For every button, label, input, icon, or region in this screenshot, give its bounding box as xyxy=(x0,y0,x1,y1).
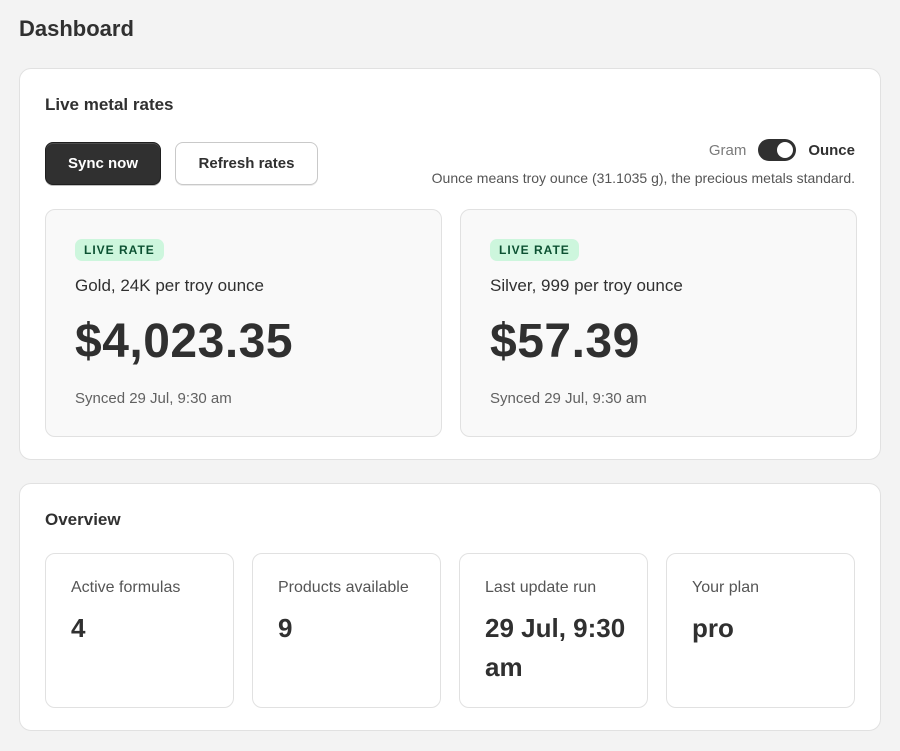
live-rates-card: Live metal rates Sync now Refresh rates … xyxy=(19,68,881,460)
gold-rate-box: LIVE RATE Gold, 24K per troy ounce $4,02… xyxy=(45,209,442,437)
unit-label-ounce[interactable]: Ounce xyxy=(808,142,855,159)
overview-card: Overview Active formulas 4 Products avai… xyxy=(19,483,881,731)
silver-rate-name: Silver, 999 per troy ounce xyxy=(490,276,683,295)
unit-toggle: Gram Ounce xyxy=(709,139,855,161)
unit-switch[interactable] xyxy=(758,139,797,161)
gold-synced-time: Synced 29 Jul, 9:30 am xyxy=(75,390,232,407)
switch-knob xyxy=(777,142,794,158)
silver-rate-box: LIVE RATE Silver, 999 per troy ounce $57… xyxy=(460,209,857,437)
silver-synced-time: Synced 29 Jul, 9:30 am xyxy=(490,390,647,407)
stat-products-available: Products available 9 xyxy=(252,553,441,708)
live-rates-title: Live metal rates xyxy=(45,95,174,114)
live-rate-badge: LIVE RATE xyxy=(75,239,164,261)
stat-label: Active formulas xyxy=(71,579,181,596)
stat-active-formulas: Active formulas 4 xyxy=(45,553,234,708)
stat-last-update-run: Last update run 29 Jul, 9:30 am xyxy=(459,553,648,708)
stat-your-plan: Your plan pro xyxy=(666,553,855,708)
stat-value: 4 xyxy=(71,613,86,643)
dashboard-page: Dashboard Live metal rates Sync now Refr… xyxy=(0,0,900,751)
unit-note: Ounce means troy ounce (31.1035 g), the … xyxy=(431,170,855,186)
silver-rate-price: $57.39 xyxy=(490,315,640,368)
gold-rate-name: Gold, 24K per troy ounce xyxy=(75,276,265,295)
stat-value: 9 xyxy=(278,613,293,643)
stat-value: 29 Jul, 9:30 am xyxy=(485,613,626,682)
refresh-rates-button[interactable]: Refresh rates xyxy=(175,142,318,185)
stat-label: Products available xyxy=(278,579,409,596)
overview-title: Overview xyxy=(45,510,121,529)
page-title: Dashboard xyxy=(19,16,134,41)
sync-now-button[interactable]: Sync now xyxy=(45,142,161,185)
stat-label: Your plan xyxy=(692,579,760,596)
unit-label-gram[interactable]: Gram xyxy=(709,142,747,159)
live-rate-badge: LIVE RATE xyxy=(490,239,579,261)
gold-rate-price: $4,023.35 xyxy=(75,315,294,368)
stat-label: Last update run xyxy=(485,579,597,596)
stat-value: pro xyxy=(692,613,734,643)
